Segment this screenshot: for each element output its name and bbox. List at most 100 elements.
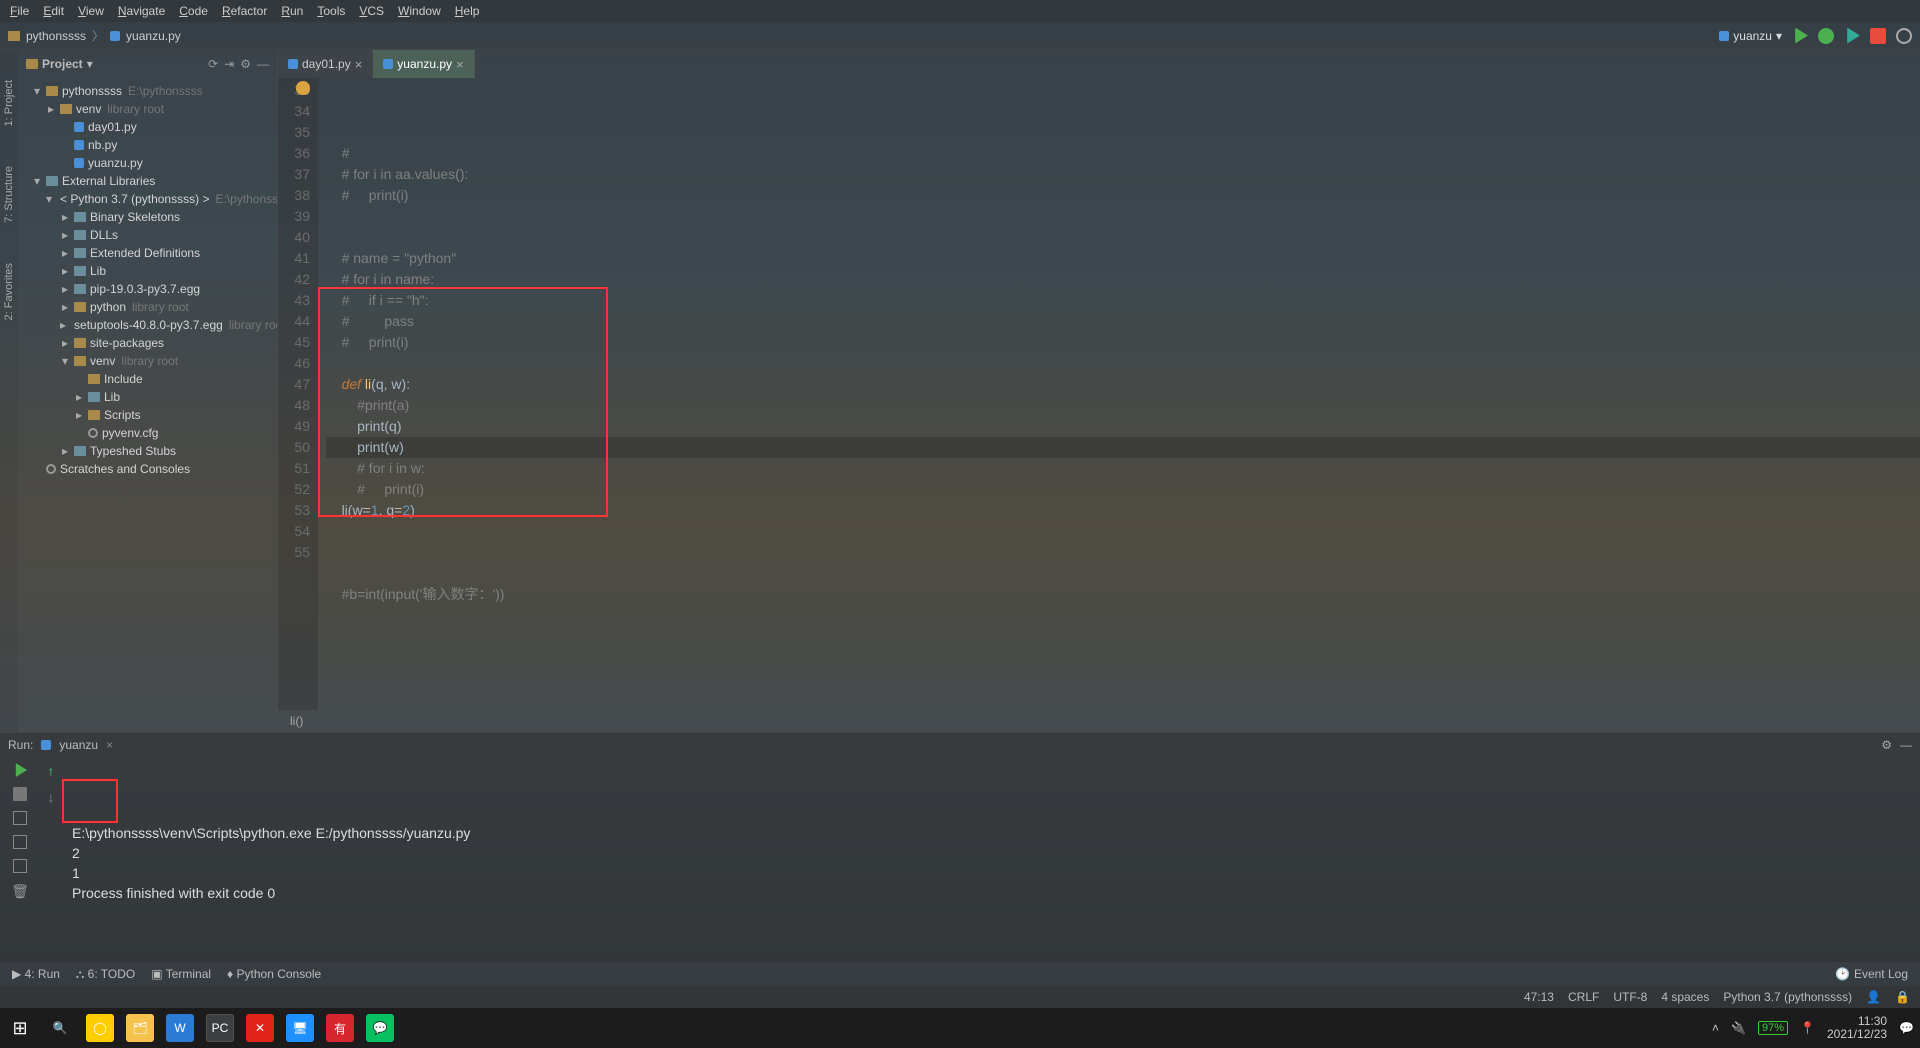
lib-icon — [46, 176, 58, 186]
tree-item[interactable]: ▸Typeshed Stubs — [18, 442, 277, 460]
py-icon — [74, 122, 84, 132]
tree-item[interactable]: yuanzu.py — [18, 154, 277, 172]
trash-icon[interactable]: 🗑 — [11, 883, 29, 900]
tree-item[interactable]: pyvenv.cfg — [18, 424, 277, 442]
tree-item[interactable]: ▾pythonssss E:\pythonssss — [18, 82, 277, 100]
event-log-tab[interactable]: 🕑Event Log — [1835, 967, 1908, 981]
menu-refactor[interactable]: Refactor — [222, 4, 267, 18]
encoding[interactable]: UTF-8 — [1613, 990, 1647, 1004]
close-icon[interactable]: × — [456, 57, 464, 72]
stop-icon[interactable] — [13, 787, 27, 801]
start-icon[interactable]: ⊞ — [6, 1014, 34, 1042]
bottom-tab[interactable]: ⛬ 6: TODO — [76, 967, 135, 982]
print-icon[interactable] — [13, 859, 27, 873]
tree-item[interactable]: ▸venv library root — [18, 100, 277, 118]
run-config-selector[interactable]: yuanzu ▾ — [1719, 29, 1782, 43]
app-icon-2[interactable]: 有 — [326, 1014, 354, 1042]
tree-item[interactable]: ▸Lib — [18, 388, 277, 406]
explorer-icon[interactable]: 🗂 — [126, 1014, 154, 1042]
tree-item[interactable]: Scratches and Consoles — [18, 460, 277, 478]
breadcrumb-project[interactable]: pythonssss — [26, 29, 86, 43]
run-coverage-icon[interactable] — [1844, 28, 1860, 44]
debug-button-icon[interactable] — [1818, 28, 1834, 44]
menu-help[interactable]: Help — [455, 4, 480, 18]
editor-tab[interactable]: yuanzu.py× — [373, 50, 474, 78]
tree-item[interactable]: ▸site-packages — [18, 334, 277, 352]
project-tree[interactable]: ▾pythonssss E:\pythonssss▸venv library r… — [18, 78, 277, 732]
breadcrumb-file[interactable]: yuanzu.py — [126, 29, 181, 43]
lib-icon — [74, 248, 86, 258]
rail-tab[interactable]: 2: Favorites — [3, 263, 15, 320]
rerun-icon[interactable] — [13, 763, 27, 777]
tree-item[interactable]: Include — [18, 370, 277, 388]
indent[interactable]: 4 spaces — [1661, 990, 1709, 1004]
chrome-icon[interactable]: ◯ — [86, 1014, 114, 1042]
bottom-tabs: ▶ 4: Run ⛬ 6: TODO ▣ Terminal ♦ Python Cons… — [0, 962, 1920, 986]
wps-icon[interactable]: W — [166, 1014, 194, 1042]
menu-navigate[interactable]: Navigate — [118, 4, 165, 18]
tree-item[interactable]: ▸DLLs — [18, 226, 277, 244]
soft-wrap-icon[interactable] — [13, 835, 27, 849]
layout-icon[interactable] — [13, 811, 27, 825]
editor-tab[interactable]: day01.py× — [278, 50, 373, 78]
tree-item[interactable]: day01.py — [18, 118, 277, 136]
menu-view[interactable]: View — [78, 4, 104, 18]
menu-tools[interactable]: Tools — [317, 4, 345, 18]
menu-run[interactable]: Run — [281, 4, 303, 18]
settings-icon[interactable]: ⚙ — [240, 57, 251, 71]
search-icon[interactable]: 🔍 — [46, 1014, 74, 1042]
hide-icon[interactable]: — — [257, 57, 269, 71]
app-icon[interactable]: ✕ — [246, 1014, 274, 1042]
pycharm-icon[interactable]: PC — [206, 1014, 234, 1042]
rail-tab[interactable]: 1: Project — [3, 80, 15, 126]
close-icon[interactable]: × — [355, 57, 363, 72]
tree-item[interactable]: ▸setuptools-40.8.0-py3.7.egg library roo… — [18, 316, 277, 334]
bottom-tab[interactable]: ▣ Terminal — [151, 967, 211, 981]
tree-item[interactable]: ▸pip-19.0.3-py3.7.egg — [18, 280, 277, 298]
notifications-icon[interactable]: 💬 — [1899, 1021, 1914, 1035]
tree-item[interactable]: ▸python library root — [18, 298, 277, 316]
code-editor[interactable]: 3334353637383940414243444546474849505152… — [278, 78, 1920, 710]
monitor-icon[interactable]: 🖥 — [286, 1014, 314, 1042]
rail-tab[interactable]: 7: Structure — [3, 166, 15, 223]
clock-date[interactable]: 2021/12/23 — [1827, 1028, 1887, 1041]
sync-icon[interactable]: ⟳ — [208, 57, 218, 71]
interpreter[interactable]: Python 3.7 (pythonssss) — [1723, 990, 1852, 1004]
windows-taskbar[interactable]: ⊞ 🔍 ◯ 🗂 W PC ✕ 🖥 有 💬 ˄ 🔌 97% 📍 11:30 202… — [0, 1008, 1920, 1048]
tree-item[interactable]: ▸Extended Definitions — [18, 244, 277, 262]
location-icon[interactable]: 📍 — [1800, 1021, 1815, 1035]
search-icon[interactable] — [1896, 28, 1912, 44]
caret-position[interactable]: 47:13 — [1524, 990, 1554, 1004]
down-icon[interactable]: ↓ — [48, 789, 55, 805]
menu-code[interactable]: Code — [179, 4, 208, 18]
battery-indicator[interactable]: 97% — [1758, 1021, 1788, 1035]
tree-item[interactable]: ▸Scripts — [18, 406, 277, 424]
lib-icon — [74, 212, 86, 222]
menu-window[interactable]: Window — [398, 4, 441, 18]
wechat-icon[interactable]: 💬 — [366, 1014, 394, 1042]
run-button-icon[interactable] — [1792, 28, 1808, 44]
bottom-tab[interactable]: ♦ Python Console — [227, 967, 321, 981]
up-icon[interactable]: ↑ — [48, 763, 55, 779]
tray-up-icon[interactable]: ˄ — [1712, 1021, 1719, 1035]
intention-bulb-icon[interactable] — [296, 81, 310, 95]
inspector-icon[interactable]: 👤 — [1866, 990, 1881, 1004]
collapse-icon[interactable]: ⇥ — [224, 57, 234, 71]
menu-file[interactable]: File — [10, 4, 29, 18]
run-output[interactable]: E:\pythonssss\venv\Scripts\python.exe E:… — [62, 757, 1920, 962]
minimize-icon[interactable]: — — [1900, 738, 1912, 752]
tree-item[interactable]: ▸Binary Skeletons — [18, 208, 277, 226]
gear-icon[interactable]: ⚙ — [1881, 738, 1892, 752]
line-sep[interactable]: CRLF — [1568, 990, 1599, 1004]
bottom-tab[interactable]: ▶ 4: Run — [12, 967, 60, 981]
tree-item[interactable]: ▸Lib — [18, 262, 277, 280]
tree-item[interactable]: nb.py — [18, 136, 277, 154]
menu-vcs[interactable]: VCS — [359, 4, 384, 18]
tree-item[interactable]: ▾External Libraries — [18, 172, 277, 190]
tree-item[interactable]: ▾< Python 3.7 (pythonssss) > E:\pythonss… — [18, 190, 277, 208]
folder-icon — [88, 410, 100, 420]
tree-item[interactable]: ▾venv library root — [18, 352, 277, 370]
menu-edit[interactable]: Edit — [43, 4, 64, 18]
code-area[interactable]: # # for i in aa.values(): # print(i) # n… — [318, 78, 1920, 710]
stop-button-icon[interactable] — [1870, 28, 1886, 44]
